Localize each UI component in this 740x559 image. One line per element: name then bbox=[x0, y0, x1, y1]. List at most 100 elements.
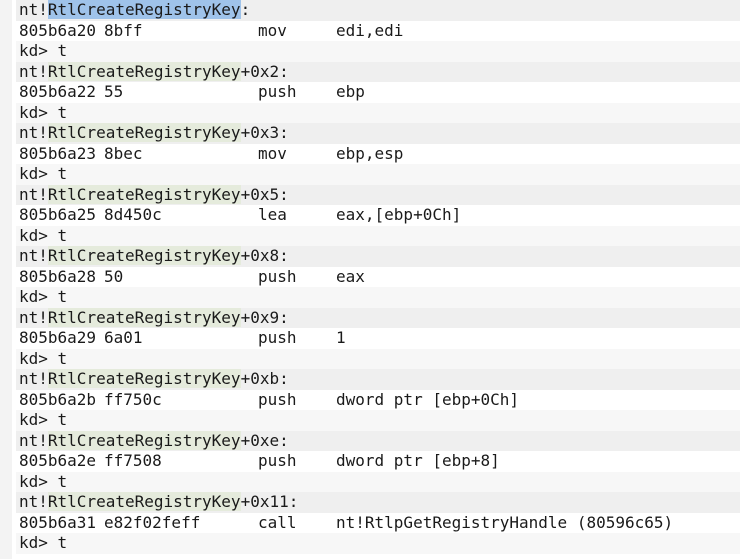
symbol-header-line: nt!RtlCreateRegistryKey: bbox=[16, 0, 740, 21]
instruction-address: 805b6a2b bbox=[19, 389, 97, 409]
symbol-header-line: nt!RtlCreateRegistryKey+0x11: bbox=[16, 492, 740, 513]
function-symbol[interactable]: RtlCreateRegistryKey bbox=[47, 123, 241, 142]
symbol-location: nt!RtlCreateRegistryKey: bbox=[19, 0, 250, 21]
symbol-location: nt!RtlCreateRegistryKey+0x3: bbox=[19, 123, 289, 144]
symbol-location: nt!RtlCreateRegistryKey+0x2: bbox=[19, 61, 289, 83]
instruction-bytes: 50 bbox=[104, 266, 124, 286]
symbol-location: nt!RtlCreateRegistryKey+0xe: bbox=[19, 430, 289, 452]
function-symbol[interactable]: RtlCreateRegistryKey bbox=[47, 430, 241, 450]
kd-prompt: kd> t bbox=[19, 225, 68, 245]
instruction-mnemonic: push bbox=[258, 82, 297, 101]
instruction-line: 805b6a2b ff750c push dword ptr [ebp+0Ch] bbox=[16, 389, 740, 410]
module-prefix: nt! bbox=[19, 307, 48, 327]
symbol-location: nt!RtlCreateRegistryKey+0x5: bbox=[19, 184, 289, 206]
instruction-line: 805b6a25 8d450c lea eax,[ebp+0Ch] bbox=[16, 205, 740, 226]
instruction-address: 805b6a28 bbox=[19, 266, 97, 286]
module-prefix: nt! bbox=[19, 61, 48, 81]
kd-prompt-line: kd> t bbox=[16, 102, 740, 123]
instruction-mnemonic: mov bbox=[258, 143, 287, 163]
symbol-offset: +0xe: bbox=[240, 430, 289, 450]
instruction-line: 805b6a23 8bec mov ebp,esp bbox=[16, 143, 740, 164]
function-symbol[interactable]: RtlCreateRegistryKey bbox=[47, 492, 241, 511]
kd-prompt: kd> t bbox=[19, 102, 68, 122]
instruction-line: 805b6a28 50 push eax bbox=[16, 266, 740, 287]
symbol-offset: : bbox=[240, 0, 251, 19]
symbol-location: nt!RtlCreateRegistryKey+0x11: bbox=[19, 492, 298, 513]
instruction-address: 805b6a25 bbox=[19, 205, 97, 224]
kd-prompt: kd> t bbox=[19, 533, 68, 552]
module-prefix: nt! bbox=[19, 0, 48, 19]
kd-prompt-line: kd> t bbox=[16, 410, 740, 431]
symbol-offset: +0x11: bbox=[240, 492, 299, 511]
instruction-bytes: 8bff bbox=[104, 20, 143, 40]
instruction-mnemonic: mov bbox=[258, 20, 287, 40]
instruction-bytes: 8bec bbox=[104, 143, 143, 163]
instruction-mnemonic: push bbox=[258, 328, 297, 347]
disassembly-trace: nt!RtlCreateRegistryKey: 805b6a20 8bff mov e… bbox=[16, 0, 740, 554]
symbol-header-line: nt!RtlCreateRegistryKey+0x9: bbox=[16, 307, 740, 329]
instruction-line: 805b6a22 55 push ebp bbox=[16, 82, 740, 103]
instruction-mnemonic: call bbox=[258, 512, 297, 532]
function-symbol[interactable]: RtlCreateRegistryKey bbox=[47, 246, 241, 265]
module-prefix: nt! bbox=[19, 430, 48, 450]
kd-prompt-line: kd> t bbox=[16, 348, 740, 369]
instruction-bytes: 6a01 bbox=[104, 328, 143, 347]
function-symbol[interactable]: RtlCreateRegistryKey bbox=[47, 369, 241, 388]
instruction-mnemonic: push bbox=[258, 451, 297, 470]
symbol-header-line: nt!RtlCreateRegistryKey+0x5: bbox=[16, 184, 740, 206]
instruction-operands: dword ptr [ebp+0Ch] bbox=[336, 389, 520, 409]
symbol-location: nt!RtlCreateRegistryKey+0x9: bbox=[19, 307, 289, 329]
instruction-address: 805b6a20 bbox=[19, 20, 97, 40]
instruction-operands: dword ptr [ebp+8] bbox=[336, 451, 500, 470]
instruction-line: 805b6a31 e82f02feff call nt!RtlpGetRegistry… bbox=[16, 512, 740, 533]
instruction-address: 805b6a29 bbox=[19, 328, 97, 347]
instruction-operands: edi,edi bbox=[336, 20, 404, 40]
symbol-header-line: nt!RtlCreateRegistryKey+0xb: bbox=[16, 369, 740, 390]
instruction-address: 805b6a22 bbox=[19, 82, 97, 101]
kd-prompt-line: kd> t bbox=[16, 225, 740, 246]
kd-prompt: kd> t bbox=[19, 164, 68, 183]
symbol-location: nt!RtlCreateRegistryKey+0xb: bbox=[19, 369, 289, 390]
module-prefix: nt! bbox=[19, 184, 48, 204]
kd-prompt-line: kd> t bbox=[16, 533, 740, 554]
instruction-address: 805b6a23 bbox=[19, 143, 97, 163]
symbol-header-line: nt!RtlCreateRegistryKey+0x2: bbox=[16, 61, 740, 83]
instruction-bytes: ff750c bbox=[104, 389, 162, 409]
kd-prompt: kd> t bbox=[19, 348, 68, 368]
symbol-offset: +0x8: bbox=[240, 246, 289, 265]
kd-prompt-line: kd> t bbox=[16, 41, 740, 62]
symbol-header-line: nt!RtlCreateRegistryKey+0x3: bbox=[16, 123, 740, 144]
function-symbol[interactable]: RtlCreateRegistryKey bbox=[47, 0, 241, 19]
module-prefix: nt! bbox=[19, 369, 48, 388]
kd-prompt-line: kd> t bbox=[16, 164, 740, 185]
instruction-mnemonic: push bbox=[258, 266, 297, 286]
instruction-operands: eax,[ebp+0Ch] bbox=[336, 205, 462, 224]
module-prefix: nt! bbox=[19, 492, 48, 511]
module-prefix: nt! bbox=[19, 123, 48, 142]
instruction-operands: nt!RtlpGetRegistryHandle (80596c65) bbox=[336, 512, 674, 532]
module-prefix: nt! bbox=[19, 246, 48, 265]
instruction-mnemonic: push bbox=[258, 389, 297, 409]
kd-prompt-line: kd> t bbox=[16, 471, 740, 492]
instruction-bytes: ff7508 bbox=[104, 451, 162, 470]
function-symbol[interactable]: RtlCreateRegistryKey bbox=[47, 184, 241, 204]
function-symbol[interactable]: RtlCreateRegistryKey bbox=[47, 307, 241, 327]
instruction-address: 805b6a2e bbox=[19, 451, 97, 470]
instruction-operands: eax bbox=[336, 266, 365, 286]
kd-prompt-line: kd> t bbox=[16, 287, 740, 308]
function-symbol[interactable]: RtlCreateRegistryKey bbox=[47, 61, 241, 81]
kd-prompt: kd> t bbox=[19, 287, 68, 306]
instruction-line: 805b6a29 6a01 push 1 bbox=[16, 328, 740, 349]
left-gutter bbox=[0, 0, 12, 559]
kd-prompt: kd> t bbox=[19, 410, 68, 429]
kd-prompt: kd> t bbox=[19, 471, 68, 491]
symbol-offset: +0x2: bbox=[240, 61, 289, 81]
symbol-offset: +0xb: bbox=[240, 369, 289, 388]
instruction-line: 805b6a20 8bff mov edi,edi bbox=[16, 20, 740, 41]
symbol-offset: +0x3: bbox=[240, 123, 289, 142]
instruction-address: 805b6a31 bbox=[19, 512, 97, 532]
instruction-operands: ebp bbox=[336, 82, 365, 101]
debugger-output-pane[interactable]: nt!RtlCreateRegistryKey: 805b6a20 8bff mov e… bbox=[0, 0, 740, 559]
instruction-bytes: 55 bbox=[104, 82, 124, 101]
symbol-offset: +0x9: bbox=[240, 307, 289, 327]
